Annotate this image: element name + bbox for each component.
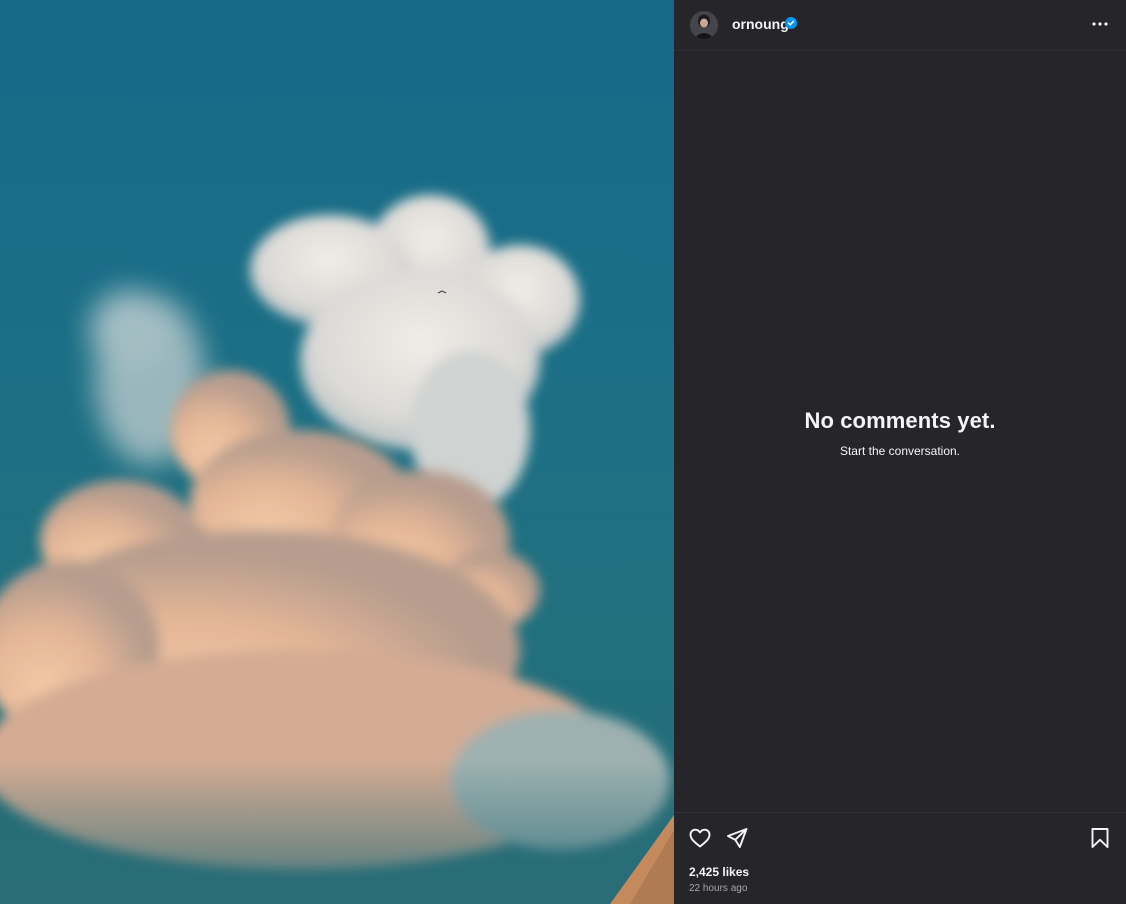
more-horizontal-icon[interactable] (1088, 14, 1112, 34)
post-side-panel: ornoung No comments yet. Start the conve… (674, 0, 1126, 904)
heart-icon[interactable] (688, 826, 712, 850)
bookmark-icon[interactable] (1088, 826, 1112, 850)
cloud-photo-image (0, 195, 674, 904)
username[interactable]: ornoung (732, 16, 789, 32)
empty-comments-title: No comments yet. (804, 408, 996, 433)
profile-photo (690, 11, 718, 39)
avatar[interactable] (690, 11, 718, 39)
verified-badge-icon (785, 17, 797, 29)
empty-comments-subtitle: Start the conversation. (839, 444, 961, 458)
likes-count[interactable]: 2,425 likes (689, 865, 749, 879)
post-actions-footer: 2,425 likes 22 hours ago (674, 812, 1126, 904)
post-header: ornoung (674, 0, 1126, 51)
post-timestamp[interactable]: 22 hours ago (689, 883, 747, 894)
empty-comments: No comments yet. Start the conversation. (674, 408, 1126, 458)
paper-plane-icon[interactable] (725, 826, 749, 850)
post-viewer: ornoung No comments yet. Start the conve… (0, 0, 1126, 904)
post-photo[interactable] (0, 0, 674, 904)
